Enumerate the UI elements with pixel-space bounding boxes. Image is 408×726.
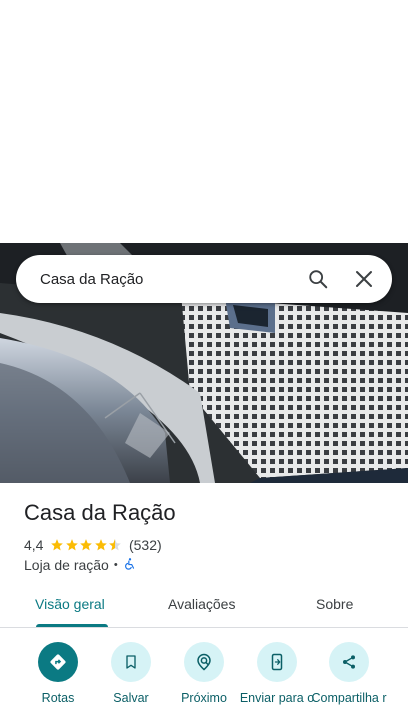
place-title: Casa da Ração: [24, 500, 176, 525]
blank-area: [0, 0, 408, 243]
search-icon[interactable]: [298, 259, 338, 299]
star-icon: [80, 539, 93, 551]
directions-icon: [38, 642, 78, 682]
rating-row[interactable]: 4,4 (532): [24, 536, 162, 554]
search-query[interactable]: Casa da Ração: [40, 271, 298, 288]
share-label: Compartilha r: [311, 691, 387, 705]
separator-dot: •: [113, 559, 118, 571]
send-to-phone-button[interactable]: Enviar para o: [237, 642, 317, 705]
star-icon: [66, 539, 78, 551]
review-count[interactable]: (532): [129, 537, 162, 553]
nearby-label: Próximo: [181, 691, 227, 705]
tab-bar: Visão geral Avaliações Sobre: [0, 588, 408, 628]
action-buttons: Rotas Salvar Próximo Enviar para o Compa…: [0, 640, 408, 726]
tab-reviews[interactable]: Avaliações: [168, 596, 235, 612]
directions-button[interactable]: Rotas: [18, 642, 98, 705]
category-label: Loja de ração: [24, 557, 109, 573]
send-to-phone-label: Enviar para o: [239, 691, 315, 705]
send-to-phone-icon: [257, 642, 297, 682]
share-button[interactable]: Compartilha r: [309, 642, 389, 705]
search-bar[interactable]: Casa da Ração: [16, 255, 392, 303]
save-button[interactable]: Salvar: [91, 642, 171, 705]
directions-label: Rotas: [41, 691, 75, 705]
save-label: Salvar: [113, 691, 149, 705]
category-row: Loja de ração •: [24, 556, 137, 574]
share-icon: [329, 642, 369, 682]
active-tab-indicator: [36, 624, 108, 627]
tab-about[interactable]: Sobre: [316, 596, 353, 612]
tab-overview[interactable]: Visão geral: [35, 596, 105, 612]
nearby-icon: [184, 642, 224, 682]
star-rating: [50, 538, 123, 552]
half-star-icon: [109, 539, 122, 551]
star-icon: [51, 539, 64, 551]
wheelchair-accessible-icon: [123, 557, 137, 574]
nearby-button[interactable]: Próximo: [164, 642, 244, 705]
close-icon[interactable]: [344, 259, 384, 299]
star-icon: [95, 539, 107, 551]
bookmark-icon: [111, 642, 151, 682]
rating-value: 4,4: [24, 537, 44, 553]
